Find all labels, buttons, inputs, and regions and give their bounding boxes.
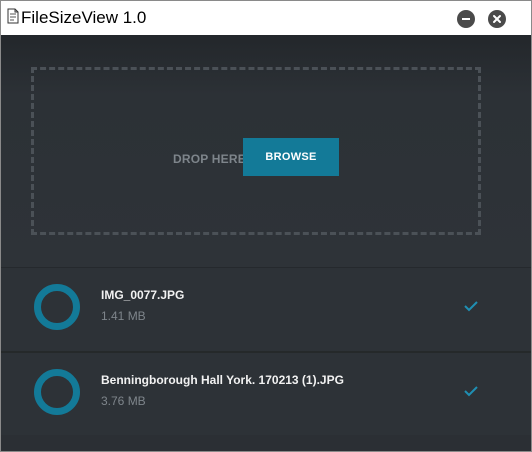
minimize-button[interactable] (457, 10, 475, 28)
minimize-icon (462, 18, 470, 20)
browse-button[interactable]: BROWSE (243, 138, 339, 176)
file-size: 3.76 MB (101, 394, 146, 408)
close-button[interactable] (488, 10, 506, 28)
close-icon (493, 15, 501, 23)
file-name: IMG_0077.JPG (101, 288, 185, 302)
title-bar: FileSizeView 1.0 (1, 1, 531, 35)
window-title: FileSizeView 1.0 (21, 8, 147, 27)
circle-ring-icon (34, 369, 80, 415)
circle-ring-icon (34, 284, 80, 330)
bottom-area (1, 435, 531, 451)
file-list-item[interactable]: Benningborough Hall York. 170213 (1).JPG… (1, 353, 531, 435)
file-size: 1.41 MB (101, 309, 146, 323)
app-window: FileSizeView 1.0 DROP HERE BROWSE IMG_00… (0, 0, 532, 452)
document-icon (7, 8, 19, 24)
checkmark-icon (464, 386, 478, 397)
checkmark-icon (464, 301, 478, 312)
file-name: Benningborough Hall York. 170213 (1).JPG (101, 373, 344, 387)
main-content: DROP HERE BROWSE IMG_0077.JPG 1.41 MB Be… (1, 35, 531, 451)
drop-here-label: DROP HERE (173, 152, 246, 166)
file-list-item[interactable]: IMG_0077.JPG 1.41 MB (1, 268, 531, 350)
